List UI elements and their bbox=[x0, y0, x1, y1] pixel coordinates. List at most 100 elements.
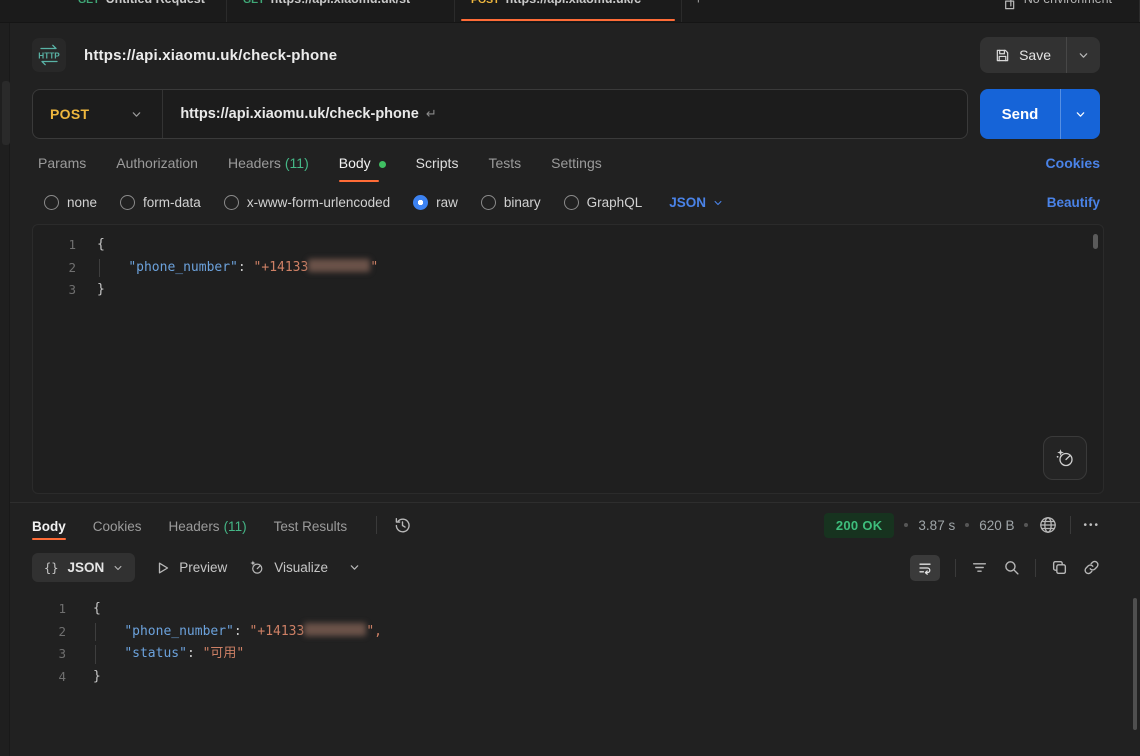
radio-icon bbox=[44, 195, 59, 210]
body-mode-graphql[interactable]: GraphQL bbox=[564, 195, 643, 210]
response-tab-cookies[interactable]: Cookies bbox=[93, 506, 142, 545]
globe-network-icon[interactable] bbox=[1038, 515, 1058, 535]
response-tab-test-results[interactable]: Test Results bbox=[274, 506, 348, 545]
more-options-button[interactable]: ••• bbox=[1083, 520, 1100, 531]
braces-icon: {} bbox=[44, 561, 58, 575]
response-format-select[interactable]: {} JSON bbox=[32, 553, 135, 582]
status-badge[interactable]: 200 OK bbox=[824, 513, 895, 538]
http-request-icon: HTTP bbox=[32, 38, 66, 72]
response-tab-body[interactable]: Body bbox=[32, 506, 66, 545]
body-mode-form-data[interactable]: form-data bbox=[120, 195, 201, 210]
chevron-down-icon bbox=[113, 563, 123, 573]
tab-body[interactable]: Body bbox=[339, 155, 386, 182]
body-content-dot bbox=[379, 161, 386, 168]
workspace-tab-bar: GET Untitled Request GET https://api.xiaom… bbox=[0, 0, 1140, 23]
response-size[interactable]: 620 B bbox=[979, 518, 1014, 533]
request-panel: HTTP https://api.xiaomu.uk/check-phone S… bbox=[0, 23, 1140, 736]
chevron-down-icon bbox=[1078, 50, 1089, 61]
tab-params[interactable]: Params bbox=[38, 155, 86, 182]
indent-guide bbox=[99, 259, 100, 278]
body-mode-binary[interactable]: binary bbox=[481, 195, 541, 210]
chevron-down-icon bbox=[713, 198, 723, 208]
filter-icon[interactable] bbox=[971, 559, 988, 576]
preview-button[interactable]: Preview bbox=[156, 560, 227, 575]
method-badge: GET bbox=[243, 0, 265, 6]
divider bbox=[955, 559, 956, 577]
environment-selector[interactable]: No environment bbox=[1024, 0, 1112, 6]
beautify-link[interactable]: Beautify bbox=[1047, 195, 1100, 210]
code-line: 1{ bbox=[33, 234, 1103, 257]
request-body-editor[interactable]: 1{2 "phone_number": "+14133"3} bbox=[32, 224, 1104, 494]
http-badge-text: HTTP bbox=[38, 52, 60, 61]
active-tab-underline bbox=[461, 19, 675, 22]
postbot-button[interactable] bbox=[1043, 436, 1087, 480]
method-badge: GET bbox=[78, 0, 100, 6]
line-number: 3 bbox=[33, 279, 97, 302]
method-chevron-down-icon[interactable] bbox=[131, 109, 142, 120]
tab-label: Untitled Request bbox=[106, 0, 205, 6]
body-mode-row: none form-data x-www-form-urlencoded raw… bbox=[10, 182, 1140, 222]
save-options-button[interactable] bbox=[1066, 37, 1100, 73]
redacted-phone-digits bbox=[308, 259, 370, 272]
editor-scrollbar-thumb[interactable] bbox=[1093, 234, 1098, 249]
response-toolbar: {} JSON Preview bbox=[10, 547, 1140, 592]
response-scrollbar-thumb[interactable] bbox=[1133, 598, 1137, 730]
sidebar-scroll-thumb[interactable] bbox=[2, 81, 10, 145]
visualize-sparkle-icon bbox=[248, 559, 265, 576]
url-input[interactable]: https://api.xiaomu.uk/check-phone↵ bbox=[163, 106, 436, 122]
request-tab-1[interactable]: GET Untitled Request bbox=[62, 0, 227, 22]
environment-icon bbox=[1001, 0, 1016, 11]
radio-selected-icon bbox=[413, 195, 428, 210]
divider bbox=[376, 516, 377, 534]
send-split-button: Send bbox=[980, 89, 1100, 139]
response-body-viewer[interactable]: 1{2 "phone_number": "+14133",3 "status":… bbox=[10, 592, 1140, 736]
tab-authorization[interactable]: Authorization bbox=[116, 155, 198, 182]
tab-tests[interactable]: Tests bbox=[488, 155, 521, 182]
tab-settings[interactable]: Settings bbox=[551, 155, 602, 182]
raw-language-select[interactable]: JSON bbox=[669, 195, 723, 210]
visualize-chevron-down-icon[interactable] bbox=[349, 562, 360, 573]
code-line: 3} bbox=[33, 279, 1103, 302]
cookies-link[interactable]: Cookies bbox=[1046, 155, 1100, 182]
indent-guide bbox=[95, 623, 96, 642]
send-options-button[interactable] bbox=[1060, 89, 1100, 139]
response-history-icon[interactable] bbox=[393, 516, 412, 535]
radio-icon bbox=[224, 195, 239, 210]
headers-count-badge: (11) bbox=[224, 519, 247, 534]
line-number: 1 bbox=[10, 598, 93, 621]
body-mode-urlencoded[interactable]: x-www-form-urlencoded bbox=[224, 195, 390, 210]
collapsed-sidebar-edge[interactable] bbox=[0, 23, 10, 756]
method-select-value[interactable]: POST bbox=[33, 106, 89, 122]
request-tabs: Params Authorization Headers(11) Body Sc… bbox=[10, 139, 1140, 182]
dot-separator bbox=[1024, 523, 1028, 527]
send-button[interactable]: Send bbox=[980, 89, 1060, 139]
save-button[interactable]: Save bbox=[980, 37, 1066, 73]
link-icon[interactable] bbox=[1083, 559, 1100, 576]
request-tab-2[interactable]: GET https://api.xiaomu.uk/st bbox=[227, 0, 455, 22]
visualize-button[interactable]: Visualize bbox=[248, 559, 328, 576]
tab-headers[interactable]: Headers(11) bbox=[228, 155, 309, 182]
save-icon bbox=[995, 48, 1010, 63]
body-mode-raw-selected[interactable]: raw bbox=[413, 195, 458, 210]
headers-count-badge: (11) bbox=[285, 155, 309, 171]
line-number: 2 bbox=[10, 621, 93, 644]
tab-label: https://api.xiaomu.uk/c bbox=[506, 0, 641, 6]
new-tab-button[interactable]: + bbox=[682, 0, 718, 22]
divider bbox=[1070, 516, 1071, 534]
tab-scripts[interactable]: Scripts bbox=[416, 155, 459, 182]
line-number: 1 bbox=[33, 234, 97, 257]
response-tab-headers[interactable]: Headers(11) bbox=[169, 506, 247, 545]
request-tab-3-active[interactable]: POST https://api.xiaomu.uk/c bbox=[455, 0, 682, 22]
search-icon[interactable] bbox=[1003, 559, 1020, 576]
enter-key-glyph: ↵ bbox=[426, 106, 437, 121]
request-title: https://api.xiaomu.uk/check-phone bbox=[84, 47, 337, 64]
tab-label: https://api.xiaomu.uk/st bbox=[271, 0, 411, 6]
line-number: 4 bbox=[10, 666, 93, 689]
body-mode-none[interactable]: none bbox=[44, 195, 97, 210]
code-line: 4} bbox=[10, 666, 1140, 689]
word-wrap-button-active[interactable] bbox=[910, 555, 940, 581]
copy-icon[interactable] bbox=[1051, 559, 1068, 576]
method-badge: POST bbox=[471, 0, 500, 6]
radio-icon bbox=[564, 195, 579, 210]
response-time[interactable]: 3.87 s bbox=[918, 518, 955, 533]
